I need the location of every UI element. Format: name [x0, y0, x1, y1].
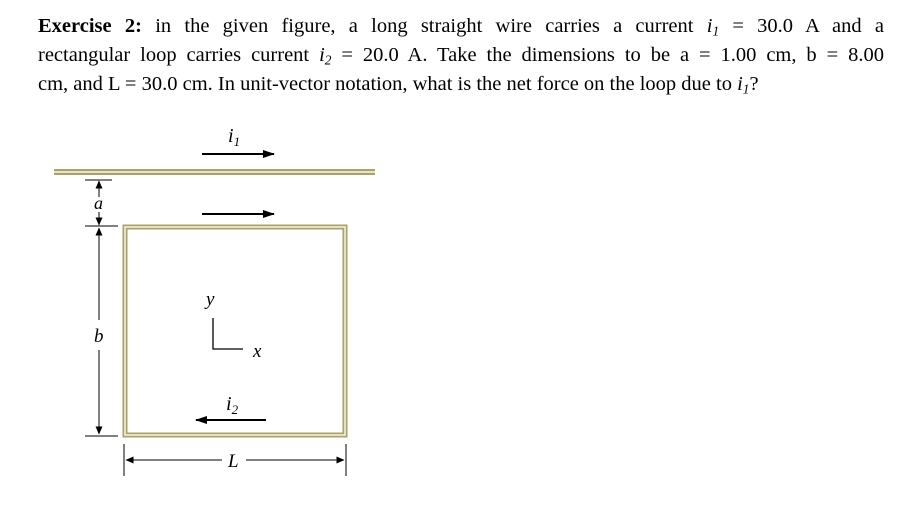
wire-loop-figure: i1 y x i2 a b L: [54, 125, 375, 476]
straight-wire: [54, 169, 375, 175]
dimension-L: L: [123, 444, 347, 476]
dim-a-label: a: [94, 193, 103, 213]
y-axis-label: y: [204, 289, 215, 310]
dim-L-label: L: [227, 451, 239, 472]
dimension-b: b: [85, 225, 118, 437]
i1-label: i1: [228, 125, 240, 149]
axes-lines: [212, 318, 243, 350]
i2-label: i2: [226, 393, 239, 417]
coordinate-axes: y x: [204, 289, 262, 362]
wire-inner-line: [54, 171, 375, 173]
x-axis-label: x: [252, 341, 262, 362]
dimension-a: a: [85, 179, 112, 226]
dim-b-label: b: [94, 326, 104, 347]
